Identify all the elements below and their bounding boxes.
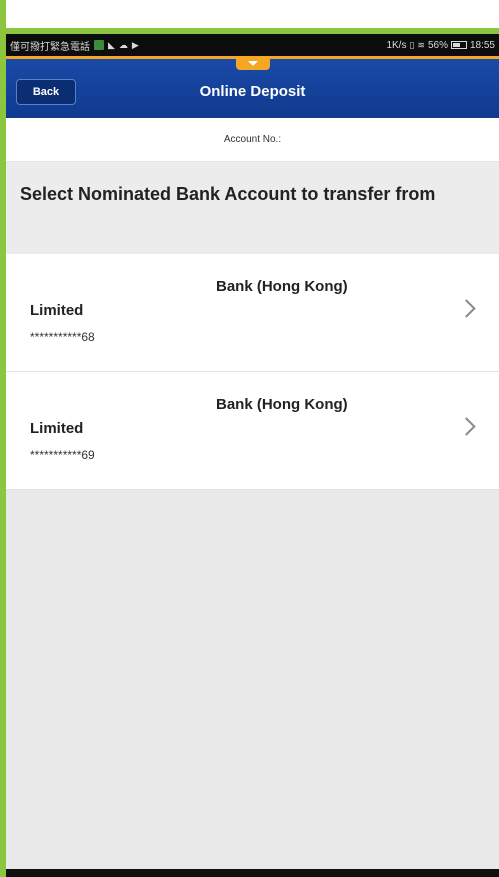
back-button[interactable]: Back (16, 79, 76, 105)
play-icon: ▶ (131, 39, 139, 50)
bottom-bar (6, 869, 499, 877)
battery-percent: 56% (427, 39, 448, 51)
masked-account-number: ***********68 (30, 330, 95, 344)
masked-account-number: ***********69 (30, 448, 95, 462)
clock: 18:55 (469, 39, 495, 51)
status-right: 1K/s ▯ ≋ 56% 18:55 (386, 40, 495, 51)
notification-icon (94, 40, 104, 50)
carrier-text: 僅可撥打緊急電話 (10, 41, 90, 53)
empty-content-area (6, 490, 499, 869)
chevron-right-icon (457, 417, 476, 436)
section-title: Select Nominated Bank Account to transfe… (20, 184, 436, 204)
bank-account-list: Bank (Hong Kong) Limited ***********68 B… (6, 254, 499, 490)
bank-name-line1: Bank (Hong Kong) (216, 396, 348, 413)
bank-name-line2: Limited (30, 420, 84, 437)
chevron-right-icon (457, 299, 476, 318)
status-left: 僅可撥打緊急電話 ◣ ☁ ▶ (10, 38, 139, 53)
status-bar: 僅可撥打緊急電話 ◣ ☁ ▶ 1K/s ▯ ≋ 56% 18:55 (6, 34, 499, 56)
wifi-icon: ≋ (417, 39, 425, 50)
page-title: Online Deposit (199, 83, 306, 100)
battery-icon (450, 41, 467, 49)
pull-down-tab[interactable] (235, 56, 270, 70)
cloud-icon: ☁ (118, 39, 128, 50)
account-number-label: Account No.: (223, 134, 282, 145)
bank-account-item[interactable]: Bank (Hong Kong) Limited ***********69 (6, 372, 499, 490)
section-header: Select Nominated Bank Account to transfe… (6, 162, 499, 254)
bank-account-item[interactable]: Bank (Hong Kong) Limited ***********68 (6, 254, 499, 372)
vibrate-icon: ▯ (409, 39, 415, 50)
chevron-down-icon (247, 60, 258, 66)
account-number-row: Account No.: (6, 118, 499, 162)
bank-name-line1: Bank (Hong Kong) (216, 278, 348, 295)
navigation-bar: Back Online Deposit (6, 56, 499, 118)
bank-name-line2: Limited (30, 302, 84, 319)
signal-icon: ◣ (108, 39, 115, 50)
network-speed: 1K/s (386, 39, 407, 51)
